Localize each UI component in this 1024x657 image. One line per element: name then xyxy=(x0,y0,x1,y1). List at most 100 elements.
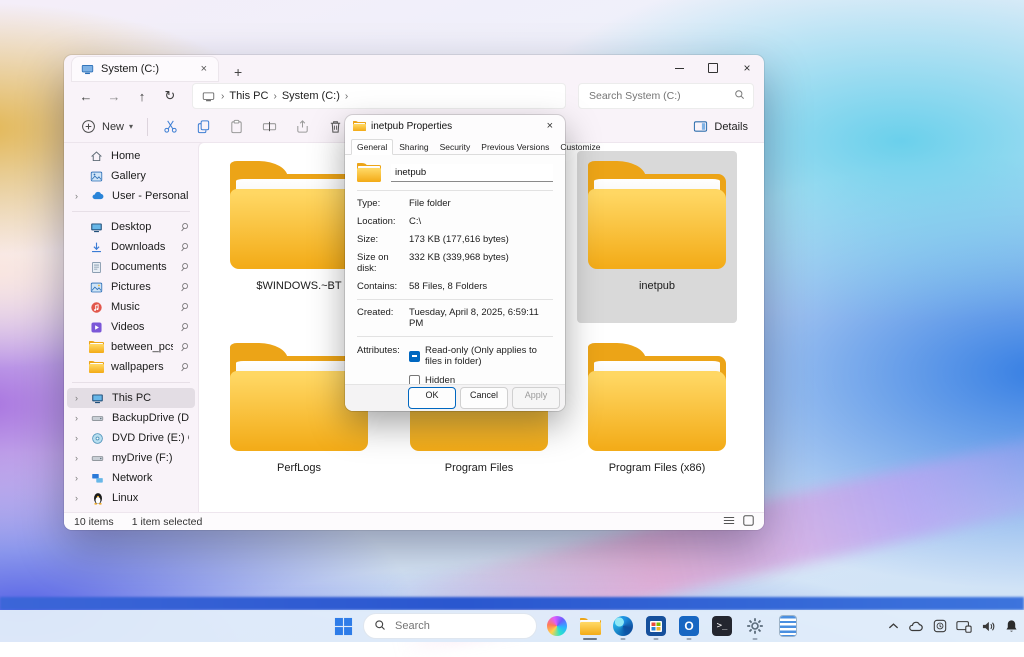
new-button[interactable]: New ▾ xyxy=(74,114,139,139)
terminal-icon[interactable]: >_ xyxy=(709,613,735,639)
forward-button[interactable]: → xyxy=(102,84,126,108)
expand-chevron-icon[interactable]: › xyxy=(75,493,83,503)
dialog-tab-strip: General Sharing Security Previous Versio… xyxy=(345,137,565,155)
divider xyxy=(357,299,553,300)
this-pc-icon xyxy=(90,391,105,406)
sidebar-item-desktop[interactable]: Desktop xyxy=(67,217,195,237)
search-box[interactable] xyxy=(578,83,754,109)
folder-item-inetpub[interactable]: inetpub xyxy=(577,151,737,323)
field-value: File folder xyxy=(409,198,451,209)
linux-penguin-icon xyxy=(90,491,105,506)
maximize-button[interactable] xyxy=(696,55,730,81)
sidebar-item-wallpapers[interactable]: wallpapers xyxy=(67,357,195,377)
edge-icon[interactable] xyxy=(610,613,636,639)
start-button[interactable] xyxy=(330,613,356,639)
field-label: Created: xyxy=(357,307,409,329)
onedrive-tray-icon[interactable] xyxy=(908,620,924,632)
sidebar-item-downloads[interactable]: Downloads xyxy=(67,237,195,257)
expand-chevron-icon[interactable]: › xyxy=(75,413,83,423)
dialog-title-bar[interactable]: inetpub Properties × xyxy=(345,115,565,137)
explorer-tab[interactable]: System (C:) × xyxy=(72,57,218,81)
dialog-title: inetpub Properties xyxy=(371,121,452,132)
divider xyxy=(357,336,553,337)
sidebar-item-home[interactable]: Home xyxy=(67,146,195,166)
refresh-button[interactable]: ↻ xyxy=(158,84,182,108)
sidebar-divider xyxy=(72,211,190,212)
expand-chevron-icon[interactable]: › xyxy=(75,473,83,483)
notification-bell-icon[interactable] xyxy=(1005,619,1018,633)
sidebar-item-backupdrive[interactable]: › BackupDrive (D:) xyxy=(67,408,195,428)
tab-close-icon[interactable]: × xyxy=(198,63,210,75)
tab-previous-versions[interactable]: Previous Versions xyxy=(476,140,554,154)
tab-security[interactable]: Security xyxy=(435,140,476,154)
sidebar-item-documents[interactable]: Documents xyxy=(67,257,195,277)
cast-display-tray-icon[interactable] xyxy=(956,620,972,633)
sidebar-item-pictures[interactable]: Pictures xyxy=(67,277,195,297)
sidebar-item-between-pcs[interactable]: between_pcs xyxy=(67,337,195,357)
sidebar-item-onedrive[interactable]: › User - Personal xyxy=(67,186,195,206)
tab-sharing[interactable]: Sharing xyxy=(394,140,433,154)
expand-chevron-icon[interactable]: › xyxy=(75,453,83,463)
breadcrumb-this-pc[interactable]: This PC xyxy=(229,90,268,102)
sidebar-item-network[interactable]: › Network xyxy=(67,468,195,488)
tab-general[interactable]: General xyxy=(351,139,393,155)
taskbar-search-box[interactable] xyxy=(363,613,537,639)
sidebar-item-linux[interactable]: › Linux xyxy=(67,488,195,508)
expand-chevron-icon[interactable]: › xyxy=(75,433,83,443)
sidebar-item-videos[interactable]: Videos xyxy=(67,317,195,337)
details-view-icon[interactable] xyxy=(723,515,735,529)
minimize-button[interactable] xyxy=(662,55,696,81)
close-button[interactable]: × xyxy=(730,55,764,81)
new-tab-button[interactable]: + xyxy=(228,63,248,81)
folder-icon xyxy=(353,121,366,131)
notepad-icon[interactable] xyxy=(775,613,801,639)
thumbnail-view-icon[interactable] xyxy=(743,515,754,529)
up-button[interactable]: ↑ xyxy=(130,84,154,108)
folder-name: inetpub xyxy=(577,280,737,292)
pin-icon xyxy=(178,221,191,234)
status-bar: 10 items 1 item selected xyxy=(64,512,764,530)
sidebar-item-this-pc[interactable]: › This PC xyxy=(67,388,195,408)
taskbar-search-input[interactable] xyxy=(393,619,539,633)
paste-button[interactable] xyxy=(222,114,251,139)
rename-button[interactable] xyxy=(255,114,284,139)
gallery-icon xyxy=(89,169,104,184)
documents-icon xyxy=(89,260,104,275)
outlook-icon[interactable]: O xyxy=(676,613,702,639)
breadcrumb-system-c[interactable]: System (C:) xyxy=(282,90,340,102)
address-bar[interactable]: › This PC › System (C:) › xyxy=(192,83,566,109)
tray-chevron-up-icon[interactable] xyxy=(888,622,899,630)
copy-button[interactable] xyxy=(189,114,218,139)
readonly-checkbox[interactable] xyxy=(409,351,420,362)
file-explorer-icon[interactable] xyxy=(577,613,603,639)
back-button[interactable]: ← xyxy=(74,84,98,108)
apply-button[interactable]: Apply xyxy=(512,387,560,409)
system-tray xyxy=(888,619,1018,633)
search-input[interactable] xyxy=(587,89,728,103)
folder-name-input[interactable]: inetpub xyxy=(391,164,553,182)
folder-name: Program Files (x86) xyxy=(577,462,737,474)
copilot-icon[interactable] xyxy=(544,613,570,639)
folder-item-program-files-x86[interactable]: Program Files (x86) xyxy=(577,333,737,505)
details-button[interactable]: Details xyxy=(686,114,754,139)
microsoft-store-icon[interactable] xyxy=(643,613,669,639)
breadcrumb-chevron: › xyxy=(345,91,348,102)
expand-chevron-icon[interactable]: › xyxy=(75,393,83,403)
cancel-button[interactable]: Cancel xyxy=(460,387,508,409)
folder-icon xyxy=(89,360,104,375)
home-icon xyxy=(89,149,104,164)
sidebar-item-gallery[interactable]: Gallery xyxy=(67,166,195,186)
sidebar-item-dvd-drive[interactable]: › DVD Drive (E:) CCCOMA xyxy=(67,428,195,448)
cut-button[interactable] xyxy=(156,114,185,139)
sidebar-item-music[interactable]: Music xyxy=(67,297,195,317)
tab-customize[interactable]: Customize xyxy=(555,140,605,154)
expand-chevron-icon[interactable]: › xyxy=(75,191,83,201)
clock-app-tray-icon[interactable] xyxy=(933,619,947,633)
volume-tray-icon[interactable] xyxy=(981,620,996,633)
ok-button[interactable]: OK xyxy=(408,387,456,409)
properties-dialog: inetpub Properties × General Sharing Sec… xyxy=(345,115,565,411)
dialog-close-icon[interactable]: × xyxy=(543,120,557,132)
share-button[interactable] xyxy=(288,114,317,139)
settings-gear-icon[interactable] xyxy=(742,613,768,639)
sidebar-item-mydrive[interactable]: › myDrive (F:) xyxy=(67,448,195,468)
